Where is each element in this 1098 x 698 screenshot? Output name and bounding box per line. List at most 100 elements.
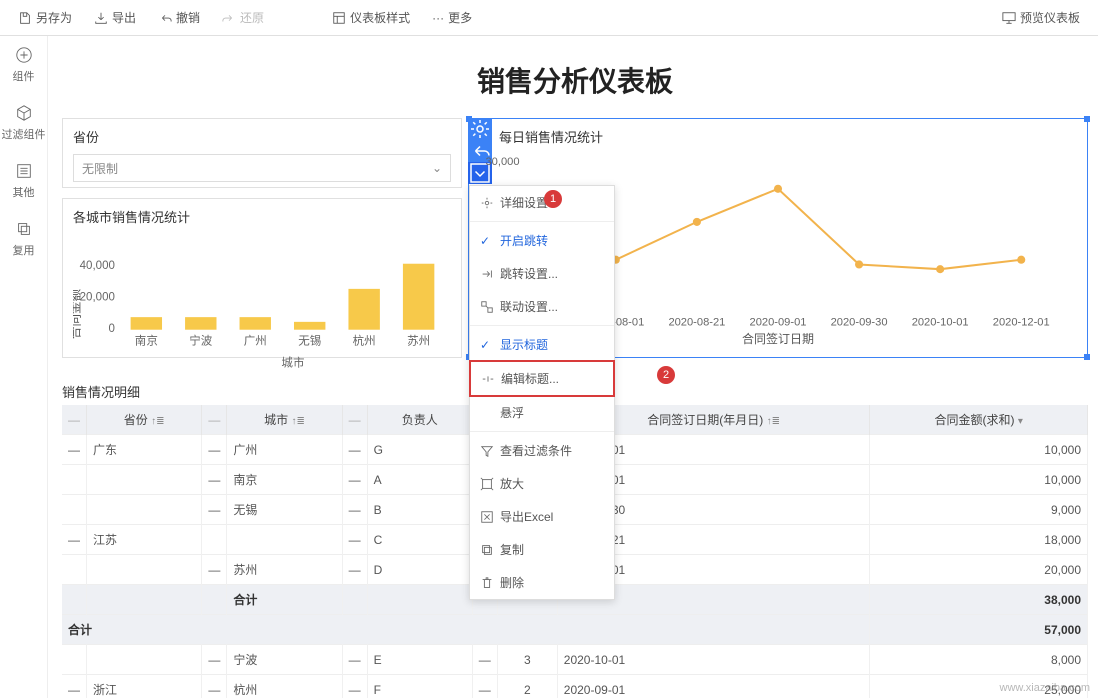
svg-text:20,000: 20,000 [80,291,115,303]
svg-text:南京: 南京 [135,333,158,347]
th-collapse[interactable]: — [202,405,227,435]
ctx-copy-label: 复制 [500,541,524,558]
bar-chart-panel[interactable]: 各城市销售情况统计 合同金额 40,000 20,000 0 南京宁波广州无锡杭… [62,198,462,358]
sidebar-reuse-label: 复用 [13,242,35,258]
copy-icon [480,543,494,557]
check-icon: ✓ [480,234,494,248]
redo-button: 还原 [214,5,272,30]
th-collapse[interactable]: — [342,405,367,435]
dashboard-title: 销售分析仪表板 [62,60,1088,100]
line-chart-title: 每日销售情况统计 [469,119,1087,154]
ctx-jump-label: 开启跳转 [500,232,548,249]
chevron-down-icon: ⌄ [432,161,442,175]
filter-icon [480,444,494,458]
th-province[interactable]: 省份 ↑≣ [87,405,202,435]
ctx-jumpcfg-label: 跳转设置... [500,265,558,282]
ctx-zoom[interactable]: 放大 [470,467,614,500]
context-menu: 详细设置... ✓ 开启跳转 跳转设置... 联动设置... ✓显示标题 编辑标题… [469,185,615,600]
bar-chart: 合同金额 40,000 20,000 0 南京宁波广州无锡杭州苏州 城市 [73,235,471,393]
resize-handle[interactable] [1084,354,1090,360]
sort-icon[interactable]: ↑≣ [151,416,164,427]
more-button[interactable]: ··· 更多 [424,5,480,30]
ctx-jump-settings[interactable]: 跳转设置... [470,257,614,290]
resize-handle[interactable] [1084,116,1090,122]
ctx-link-settings[interactable]: 联动设置... [470,290,614,323]
sort-icon[interactable]: ↑≣ [291,416,304,427]
edit-icon [481,372,495,386]
cube-icon [15,104,33,122]
sidebar-add[interactable]: 组件 [0,36,47,94]
th-amount[interactable]: 合同金额(求和) ▾ [870,405,1088,435]
ctx-detail-settings[interactable]: 详细设置... [470,186,614,219]
save-as-button[interactable]: 另存为 [10,5,80,30]
ctx-filter-label: 查看过滤条件 [500,442,572,459]
ctx-export-excel[interactable]: 导出Excel [470,500,614,533]
preview-button[interactable]: 预览仪表板 [994,5,1088,30]
table-row[interactable]: 合计57,000 [62,615,1088,645]
preview-label: 预览仪表板 [1020,9,1080,26]
export-icon [94,11,108,25]
ctx-zoom-label: 放大 [500,475,524,492]
zoom-icon [480,477,494,491]
copy-icon [15,220,33,238]
svg-text:苏州: 苏州 [407,334,430,347]
svg-text:2020-09-30: 2020-09-30 [831,316,888,328]
ctx-copy[interactable]: 复制 [470,533,614,566]
bar-xlabel: 城市 [281,355,304,369]
svg-text:0: 0 [108,323,114,335]
sort-icon[interactable]: ↑≣ [767,416,780,427]
ctx-jump-toggle[interactable]: ✓ 开启跳转 [470,224,614,257]
th-owner[interactable]: 负责人 [367,405,472,435]
svg-text:2020-08-21: 2020-08-21 [668,316,725,328]
sidebar-filter[interactable]: 过滤组件 [0,94,47,152]
line-chart-panel[interactable]: 每日销售情况统计 30,000 7-012020-08-012020-08-21… [468,118,1088,358]
table-row[interactable]: —浙江—杭州—F—22020-09-0125,000 [62,675,1088,698]
svg-text:30,000: 30,000 [486,156,520,168]
export-button[interactable]: 导出 [86,5,144,30]
ctx-showtitle-label: 显示标题 [500,336,548,353]
ctx-edittitle-label: 编辑标题... [501,370,559,387]
more-icon: ··· [432,11,444,25]
redo-label: 还原 [240,9,264,26]
undo-button[interactable]: 撤销 [150,5,208,30]
sidebar-reuse[interactable]: 复用 [0,210,47,268]
th-city[interactable]: 城市 ↑≣ [227,405,342,435]
float-icon [480,406,494,420]
ctx-float[interactable]: 悬浮 [470,396,614,429]
ctx-show-title[interactable]: ✓显示标题 [470,328,614,361]
redo-icon [222,11,236,25]
resize-handle[interactable] [466,116,472,122]
table-row[interactable]: —宁波—E—32020-10-018,000 [62,645,1088,675]
province-panel[interactable]: 省份 无限制 ⌄ [62,118,462,188]
left-sidebar: 组件 过滤组件 其他 复用 [0,36,48,698]
dashboard-style-button[interactable]: 仪表板样式 [324,5,418,30]
ctx-delete-label: 删除 [500,574,524,591]
undo-icon [158,11,172,25]
top-toolbar: 另存为 导出 撤销 还原 仪表板样式 ··· 更多 预览仪表板 [0,0,1098,36]
list-icon [15,162,33,180]
ctx-view-filter[interactable]: 查看过滤条件 [470,434,614,467]
monitor-icon [1002,11,1016,25]
th-collapse[interactable]: — [62,405,87,435]
svg-text:杭州: 杭州 [353,333,376,347]
arrow-icon [480,267,494,281]
chevron-down-icon[interactable]: ▾ [1018,416,1023,427]
callout-badge-1: 1 [544,190,562,208]
province-select-value: 无限制 [82,160,118,177]
svg-text:无锡: 无锡 [298,333,321,347]
save-as-icon [18,11,32,25]
sidebar-other[interactable]: 其他 [0,152,47,210]
ctx-excel-label: 导出Excel [500,508,553,525]
sidebar-filter-label: 过滤组件 [2,126,46,142]
svg-text:2020-09-01: 2020-09-01 [750,316,807,328]
content-area: 销售分析仪表板 省份 无限制 ⌄ 各城市销售情况统计 合同金额 40,000 [48,36,1098,698]
svg-text:广州: 广州 [244,334,267,347]
more-label: 更多 [448,9,472,26]
ctx-delete[interactable]: 删除 [470,566,614,599]
ctx-edit-title[interactable]: 编辑标题... [469,360,615,397]
svg-text:2020-12-01: 2020-12-01 [993,316,1050,328]
province-select[interactable]: 无限制 ⌄ [73,154,451,182]
plus-circle-icon [15,46,33,64]
svg-text:40,000: 40,000 [80,260,115,272]
sidebar-add-label: 组件 [13,68,35,84]
